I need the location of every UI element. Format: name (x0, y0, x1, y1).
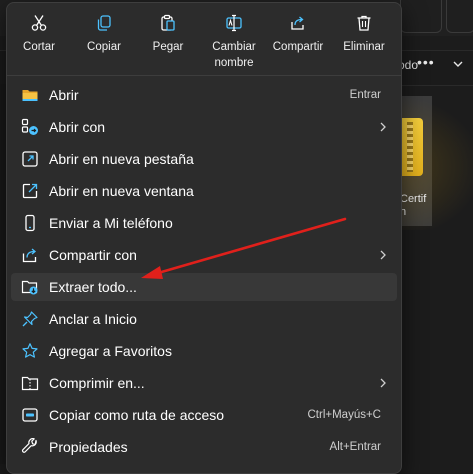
extract-all-icon (21, 280, 38, 295)
menu-item-label: Abrir con (49, 119, 106, 135)
chevron-right-icon (380, 250, 386, 260)
copy-label: Copiar (87, 41, 121, 53)
menu-item-add-to-favorites[interactable]: Agregar a Favoritos (11, 337, 397, 365)
menu-item-label: Agregar a Favoritos (49, 343, 172, 359)
chevron-right-icon (380, 378, 386, 388)
delete-icon (357, 15, 371, 31)
shortcut-label: Entrar (349, 89, 381, 101)
pin-icon (22, 311, 38, 327)
folder-icon (22, 90, 38, 101)
chevron-right-icon (380, 122, 386, 132)
share-with-icon (22, 248, 37, 263)
properties-icon (21, 438, 37, 453)
cut-label: Cortar (23, 41, 55, 53)
rename-label: Cambiar nombre (212, 41, 256, 69)
quick-actions-row: Cortar Copiar Pegar Cambiar nombre Compa… (7, 3, 401, 75)
menu-item-label: Compartir con (49, 247, 137, 263)
menu-item-label: Abrir en nueva pestaña (49, 151, 194, 167)
menu-item-compress-to[interactable]: Comprimir en... (11, 369, 397, 397)
menu-item-extract-all[interactable]: Extraer todo... (11, 273, 397, 301)
menu-item-open-new-window[interactable]: Abrir en nueva ventana (11, 177, 397, 205)
menu-item-label: Copiar como ruta de acceso (49, 407, 225, 423)
menu-item-send-to-phone[interactable]: Enviar a Mi teléfono (11, 209, 397, 237)
menu-item-open-with[interactable]: Abrir con (11, 113, 397, 141)
file-name-label: Certif n (400, 193, 426, 219)
shortcut-label: Alt+Entrar (329, 441, 381, 453)
context-menu: Cortar Copiar Pegar Cambiar nombre Compa… (6, 2, 402, 474)
cut-icon (31, 15, 47, 31)
cut-button[interactable]: Cortar (10, 3, 68, 75)
menu-item-label: Enviar a Mi teléfono (49, 215, 173, 231)
delete-label: Eliminar (343, 41, 385, 53)
menu-item-label: Extraer todo... (49, 279, 137, 295)
chevron-down-icon[interactable] (452, 58, 464, 70)
menu-item-open[interactable]: Abrir Entrar (11, 81, 397, 109)
menu-item-label: Abrir (49, 87, 79, 103)
rename-button[interactable]: Cambiar nombre (205, 3, 263, 75)
share-button[interactable]: Compartir (269, 3, 327, 75)
new-window-icon (22, 183, 38, 199)
paste-button[interactable]: Pegar (139, 3, 197, 75)
copy-path-icon (22, 408, 38, 422)
share-label: Compartir (272, 41, 324, 53)
copy-icon (97, 15, 111, 31)
paste-icon (161, 14, 175, 31)
menu-item-share-with[interactable]: Compartir con (11, 241, 397, 269)
compress-icon (21, 376, 39, 391)
rename-icon (226, 14, 242, 32)
open-with-icon (21, 118, 38, 135)
menu-item-pin-to-start[interactable]: Anclar a Inicio (11, 305, 397, 333)
menu-item-properties[interactable]: Propiedades Alt+Entrar (11, 433, 397, 461)
menu-item-open-new-tab[interactable]: Abrir en nueva pestaña (11, 145, 397, 173)
shortcut-label: Ctrl+Mayús+C (307, 409, 382, 421)
copy-button[interactable]: Copiar (75, 3, 133, 75)
phone-icon (25, 214, 35, 232)
menu-item-label: Anclar a Inicio (49, 311, 137, 327)
delete-button[interactable]: Eliminar (335, 3, 393, 75)
menu-item-label: Propiedades (49, 439, 128, 455)
paste-label: Pegar (152, 41, 184, 53)
menu-item-copy-as-path[interactable]: Copiar como ruta de acceso Ctrl+Mayús+C (11, 401, 397, 429)
explorer-address-box[interactable] (400, 0, 442, 33)
file-name-line-1: Certif (400, 193, 427, 205)
explorer-search-box[interactable] (446, 0, 473, 33)
menu-item-label: Comprimir en... (49, 375, 145, 391)
star-icon (22, 343, 38, 358)
new-tab-icon (22, 151, 38, 167)
menu-item-label: Abrir en nueva ventana (49, 183, 194, 199)
more-options-icon[interactable]: ••• (417, 54, 435, 70)
menu-divider (7, 75, 401, 76)
share-icon (291, 16, 304, 30)
